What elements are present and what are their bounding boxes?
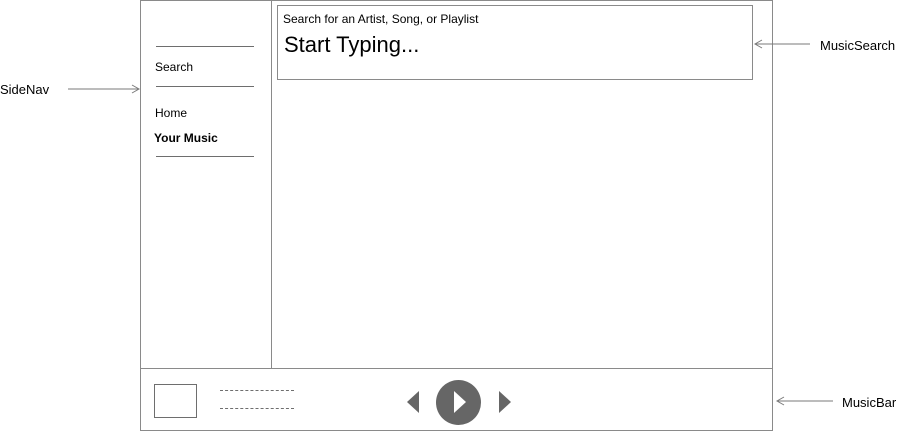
side-nav: Search Home Your Music bbox=[140, 0, 272, 368]
sidebar-item-search[interactable]: Search bbox=[155, 60, 193, 74]
search-label: Search for an Artist, Song, or Playlist bbox=[283, 12, 479, 26]
annotation-sidenav: SideNav bbox=[0, 82, 50, 97]
music-search: Search for an Artist, Song, or Playlist bbox=[277, 5, 753, 80]
nav-divider bbox=[156, 156, 254, 157]
nav-divider bbox=[156, 86, 254, 87]
music-bar bbox=[140, 368, 773, 431]
sidebar-item-your-music[interactable]: Your Music bbox=[154, 131, 218, 145]
nav-divider bbox=[156, 46, 254, 47]
sidebar-item-home[interactable]: Home bbox=[155, 106, 187, 120]
annotation-musicsearch: MusicSearch bbox=[820, 38, 896, 53]
search-input[interactable] bbox=[282, 30, 726, 60]
track-artist-placeholder bbox=[220, 408, 294, 409]
play-button[interactable] bbox=[436, 380, 481, 425]
track-title-placeholder bbox=[220, 390, 294, 391]
album-art-placeholder bbox=[154, 384, 197, 418]
annotation-musicbar: MusicBar bbox=[842, 395, 897, 410]
arrow-head-sidenav bbox=[131, 84, 141, 94]
next-button[interactable] bbox=[499, 391, 511, 413]
play-icon bbox=[454, 391, 466, 413]
previous-button[interactable] bbox=[407, 391, 419, 413]
arrow-head-musicbar bbox=[775, 396, 785, 406]
